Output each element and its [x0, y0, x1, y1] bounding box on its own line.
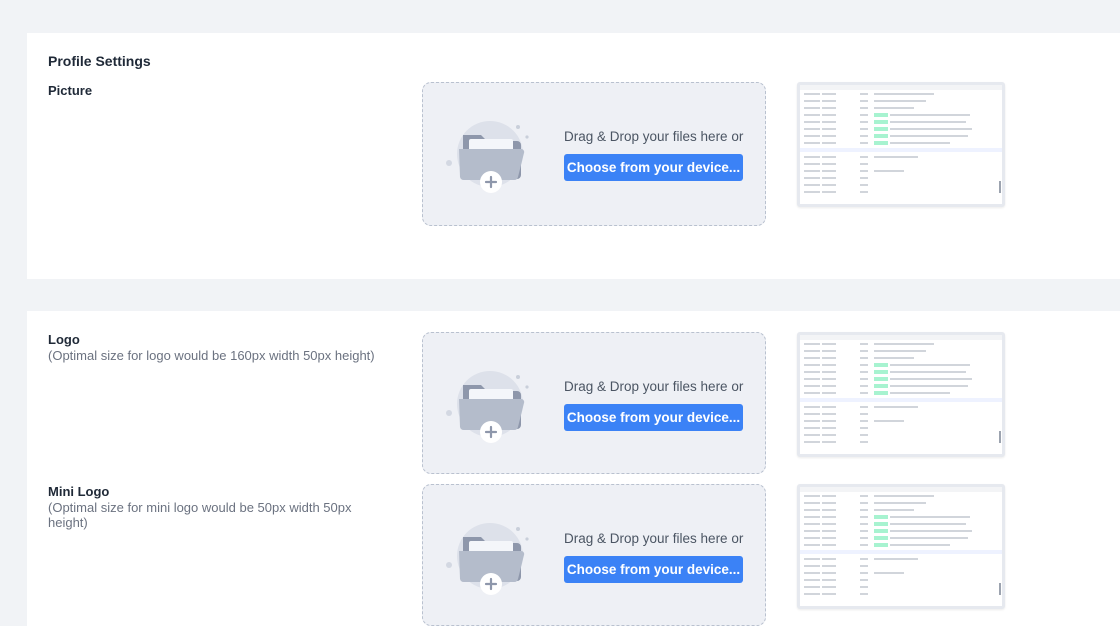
choose-file-button[interactable]: Choose from your device...: [564, 404, 743, 431]
mini-logo-hint: (Optimal size for mini logo would be 50p…: [48, 500, 352, 530]
logo-preview-image: [797, 332, 1005, 457]
drag-drop-text: Drag & Drop your files here or: [564, 129, 744, 144]
folder-add-icon: [445, 117, 531, 195]
picture-label: Picture: [48, 83, 93, 98]
folder-add-icon: [445, 519, 531, 597]
choose-file-button[interactable]: Choose from your device...: [564, 556, 743, 583]
logo-label: Logo: [48, 332, 80, 347]
mini-logo-dropzone[interactable]: Drag & Drop your files here or Choose fr…: [422, 484, 766, 626]
picture-preview-image: [797, 82, 1005, 207]
drag-drop-text: Drag & Drop your files here or: [564, 379, 744, 394]
mini-logo-preview-image: [797, 484, 1005, 609]
choose-file-button[interactable]: Choose from your device...: [564, 154, 743, 181]
section-title: Profile Settings: [48, 53, 151, 69]
picture-dropzone[interactable]: Drag & Drop your files here or Choose fr…: [422, 82, 766, 226]
logo-dropzone[interactable]: Drag & Drop your files here or Choose fr…: [422, 332, 766, 474]
branding-card: Logo (Optimal size for logo would be 160…: [27, 311, 1120, 626]
logo-hint: (Optimal size for logo would be 160px wi…: [48, 348, 375, 363]
profile-settings-card: Profile Settings Picture Drag & Drop you…: [27, 33, 1120, 279]
mini-logo-label: Mini Logo: [48, 484, 110, 499]
folder-add-icon: [445, 367, 531, 445]
drag-drop-text: Drag & Drop your files here or: [564, 531, 744, 546]
